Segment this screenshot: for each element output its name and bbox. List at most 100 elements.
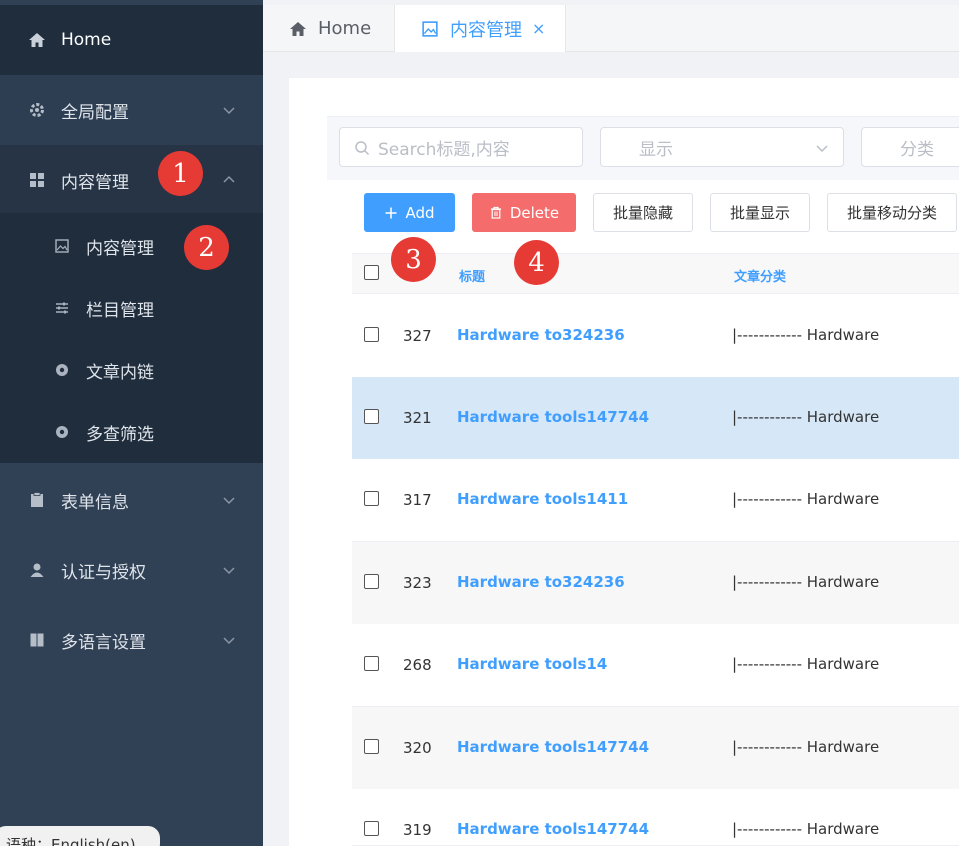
tab-home[interactable]: Home: [288, 5, 371, 52]
batch-hide-button[interactable]: 批量隐藏: [593, 193, 693, 232]
trash-icon: [489, 206, 503, 220]
dot-circle-icon: [54, 424, 70, 440]
column-header-title[interactable]: 标题: [459, 266, 485, 285]
submenu-item-label: 文章内链: [86, 362, 154, 383]
row-id: 317: [403, 491, 432, 509]
column-header-category[interactable]: 文章分类: [734, 266, 786, 285]
image-icon: [54, 238, 70, 254]
table-row[interactable]: 268 Hardware tools14 |------------ Hardw…: [352, 624, 959, 707]
row-id: 268: [403, 656, 432, 674]
annotation-callout: 4: [514, 240, 559, 285]
tab-label: 内容管理: [450, 19, 522, 41]
row-checkbox[interactable]: [364, 327, 379, 342]
close-icon[interactable]: ×: [532, 19, 545, 38]
row-id: 323: [403, 574, 432, 592]
table-row[interactable]: 323 Hardware to324236 |------------ Hard…: [352, 542, 959, 625]
table-row[interactable]: 321 Hardware tools147744 |------------ H…: [352, 377, 959, 460]
chevron-down-icon: [223, 107, 235, 115]
show-select[interactable]: 显示: [600, 127, 844, 167]
row-title-link[interactable]: Hardware to324236: [457, 326, 625, 344]
category-select[interactable]: 分类: [861, 127, 959, 167]
select-all-checkbox[interactable]: [364, 265, 379, 280]
row-checkbox[interactable]: [364, 491, 379, 506]
annotation-callout: 1: [158, 151, 203, 196]
row-checkbox[interactable]: [364, 656, 379, 671]
row-checkbox[interactable]: [364, 821, 379, 836]
search-placeholder: Search标题,内容: [378, 139, 510, 160]
table-row[interactable]: 319 Hardware tools147744 |------------ H…: [352, 789, 959, 846]
show-select-value: 显示: [639, 139, 673, 160]
category-select-value: 分类: [900, 139, 934, 160]
sidebar-item-home[interactable]: Home: [0, 5, 263, 75]
submenu-item-internal-links[interactable]: 文章内链: [0, 339, 263, 401]
sidebar-item-label: 全局配置: [61, 102, 129, 123]
submenu-item-columns[interactable]: 栏目管理: [0, 277, 263, 339]
table-header: 标题 文章分类: [352, 253, 959, 294]
row-category: |------------ Hardware: [732, 573, 880, 591]
row-id: 321: [403, 409, 432, 427]
book-icon: [28, 631, 46, 649]
chevron-down-icon: [223, 497, 235, 505]
table-row[interactable]: 317 Hardware tools1411 |------------ Har…: [352, 459, 959, 542]
row-checkbox[interactable]: [364, 409, 379, 424]
row-checkbox[interactable]: [364, 739, 379, 754]
search-input[interactable]: Search标题,内容: [339, 127, 583, 167]
annotation-callout: 2: [184, 225, 229, 270]
row-category: |------------ Hardware: [732, 655, 880, 673]
sidebar-item-label: 认证与授权: [61, 562, 146, 583]
row-title-link[interactable]: Hardware tools147744: [457, 408, 649, 426]
annotation-callout: 3: [391, 237, 436, 282]
dot-circle-icon: [54, 362, 70, 378]
chevron-down-icon: [816, 145, 828, 153]
image-icon: [420, 19, 440, 39]
table-row[interactable]: 327 Hardware to324236 |------------ Hard…: [352, 295, 959, 378]
grid-icon: [28, 171, 46, 189]
row-category: |------------ Hardware: [732, 408, 880, 426]
row-category: |------------ Hardware: [732, 490, 880, 508]
chevron-up-icon: [223, 175, 235, 183]
sidebar-item-label: 表单信息: [61, 492, 129, 513]
search-icon: [355, 141, 370, 156]
tab-content-management[interactable]: 内容管理 ×: [394, 5, 566, 52]
row-title-link[interactable]: Hardware to324236: [457, 573, 625, 591]
home-icon: [28, 31, 46, 49]
clipboard-icon: [28, 491, 46, 509]
language-badge[interactable]: 语种：English(en): [0, 826, 160, 846]
delete-button-label: Delete: [509, 203, 560, 222]
sidebar-item-auth[interactable]: 认证与授权: [0, 535, 263, 605]
sidebar-item-content-management[interactable]: 内容管理: [0, 145, 263, 215]
row-category: |------------ Hardware: [732, 738, 880, 756]
row-checkbox[interactable]: [364, 574, 379, 589]
row-id: 320: [403, 739, 432, 757]
submenu-item-filters[interactable]: 多查筛选: [0, 401, 263, 463]
home-icon: [288, 19, 308, 39]
row-id: 319: [403, 821, 432, 839]
add-button-label: Add: [405, 203, 435, 222]
batch-move-category-button[interactable]: 批量移动分类: [827, 193, 957, 232]
row-title-link[interactable]: Hardware tools14: [457, 655, 607, 673]
batch-show-button[interactable]: 批量显示: [710, 193, 810, 232]
user-icon: [28, 561, 46, 579]
row-title-link[interactable]: Hardware tools147744: [457, 820, 649, 838]
chevron-down-icon: [223, 567, 235, 575]
submenu-item-label: 多查筛选: [86, 424, 154, 445]
plus-icon: [384, 206, 398, 220]
chevron-down-icon: [223, 637, 235, 645]
tabs-bar: Home 内容管理 ×: [263, 5, 959, 52]
submenu-item-label: 栏目管理: [86, 300, 154, 321]
tab-label: Home: [318, 18, 372, 39]
sidebar-item-language-settings[interactable]: 多语言设置: [0, 605, 263, 675]
sliders-icon: [54, 300, 70, 316]
delete-button[interactable]: Delete: [472, 193, 576, 232]
sidebar-item-label: 多语言设置: [61, 632, 146, 653]
submenu-item-label: 内容管理: [86, 238, 154, 259]
row-title-link[interactable]: Hardware tools1411: [457, 490, 628, 508]
row-category: |------------ Hardware: [732, 326, 880, 344]
sidebar-item-form-info[interactable]: 表单信息: [0, 465, 263, 535]
add-button[interactable]: Add: [364, 193, 455, 232]
sidebar-item-label: Home: [61, 30, 112, 50]
table-row[interactable]: 320 Hardware tools147744 |------------ H…: [352, 707, 959, 790]
row-title-link[interactable]: Hardware tools147744: [457, 738, 649, 756]
sidebar-item-global-config[interactable]: 全局配置: [0, 75, 263, 145]
row-id: 327: [403, 327, 432, 345]
